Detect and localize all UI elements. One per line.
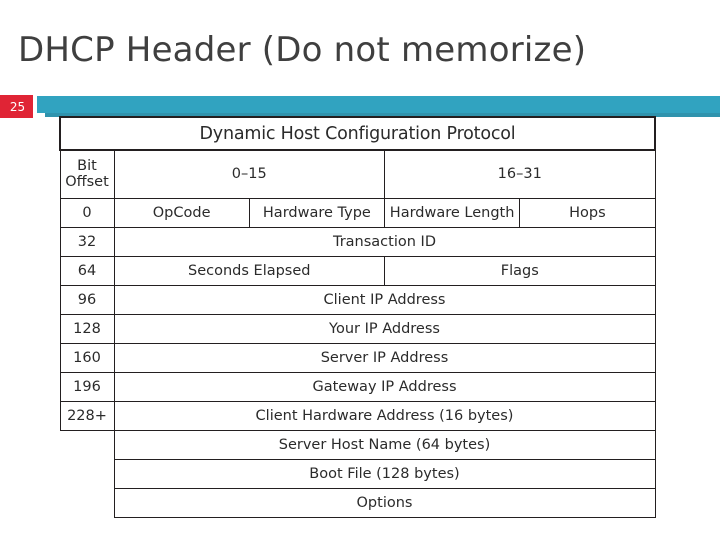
field-cell: Flags xyxy=(384,255,656,286)
bit-offset-header-cell: Bit Offset xyxy=(59,149,115,199)
field-cell: Your IP Address xyxy=(113,313,656,344)
bit-offset-cell: 128 xyxy=(59,313,115,344)
accent-bar xyxy=(37,96,720,113)
table-row: Options xyxy=(60,487,656,518)
table-row: 64 Seconds Elapsed Flags xyxy=(59,255,656,286)
bit-offset-cell-empty xyxy=(60,430,114,459)
table-row-bit-ranges: Bit Offset 0–15 16–31 xyxy=(59,149,656,199)
bit-offset-cell-empty xyxy=(60,488,114,517)
table-row: Boot File (128 bytes) xyxy=(60,458,656,489)
bit-range-low-cell: 0–15 xyxy=(113,149,385,199)
field-cell: Boot File (128 bytes) xyxy=(113,458,656,489)
header-rule: 25 xyxy=(0,95,720,118)
table-row: 160 Server IP Address xyxy=(59,342,656,373)
field-cell: Transaction ID xyxy=(113,226,656,257)
table-row: 128 Your IP Address xyxy=(59,313,656,344)
bit-offset-cell: 32 xyxy=(59,226,115,257)
table-row-protocol-title: Dynamic Host Configuration Protocol xyxy=(59,116,656,151)
protocol-title-cell: Dynamic Host Configuration Protocol xyxy=(59,116,656,151)
bit-offset-cell: 96 xyxy=(59,284,115,315)
table-row: Server Host Name (64 bytes) xyxy=(60,429,656,460)
field-cell: Server Host Name (64 bytes) xyxy=(113,429,656,460)
field-cell: Seconds Elapsed xyxy=(113,255,385,286)
bit-offset-cell-empty xyxy=(60,459,114,488)
bit-offset-header-line2: Offset xyxy=(65,174,109,191)
field-cell: Options xyxy=(113,487,656,518)
field-cell: OpCode xyxy=(113,197,250,228)
field-cell: Hardware Length xyxy=(383,197,521,228)
bit-offset-cell: 228+ xyxy=(59,400,115,431)
field-cell: Server IP Address xyxy=(113,342,656,373)
bit-offset-cell: 64 xyxy=(59,255,115,286)
table-row: 196 Gateway IP Address xyxy=(59,371,656,402)
table-row: 96 Client IP Address xyxy=(59,284,656,315)
bit-offset-cell: 196 xyxy=(59,371,115,402)
field-cell: Hardware Type xyxy=(248,197,386,228)
page-title: DHCP Header (Do not memorize) xyxy=(18,30,587,70)
dhcp-packet-diagram: Dynamic Host Configuration Protocol Bit … xyxy=(59,116,656,518)
bit-range-high-cell: 16–31 xyxy=(384,149,656,199)
slide-number-badge: 25 xyxy=(0,95,33,118)
field-cell: Client IP Address xyxy=(113,284,656,315)
table-row: 228+ Client Hardware Address (16 bytes) xyxy=(59,400,656,431)
table-row: 0 OpCode Hardware Type Hardware Length H… xyxy=(59,197,656,228)
field-cell: Gateway IP Address xyxy=(113,371,656,402)
table-row: 32 Transaction ID xyxy=(59,226,656,257)
field-cell: Hops xyxy=(519,197,656,228)
bit-offset-cell: 0 xyxy=(59,197,115,228)
bit-offset-cell: 160 xyxy=(59,342,115,373)
bit-offset-header-line1: Bit xyxy=(77,158,97,175)
field-cell: Client Hardware Address (16 bytes) xyxy=(113,400,656,431)
